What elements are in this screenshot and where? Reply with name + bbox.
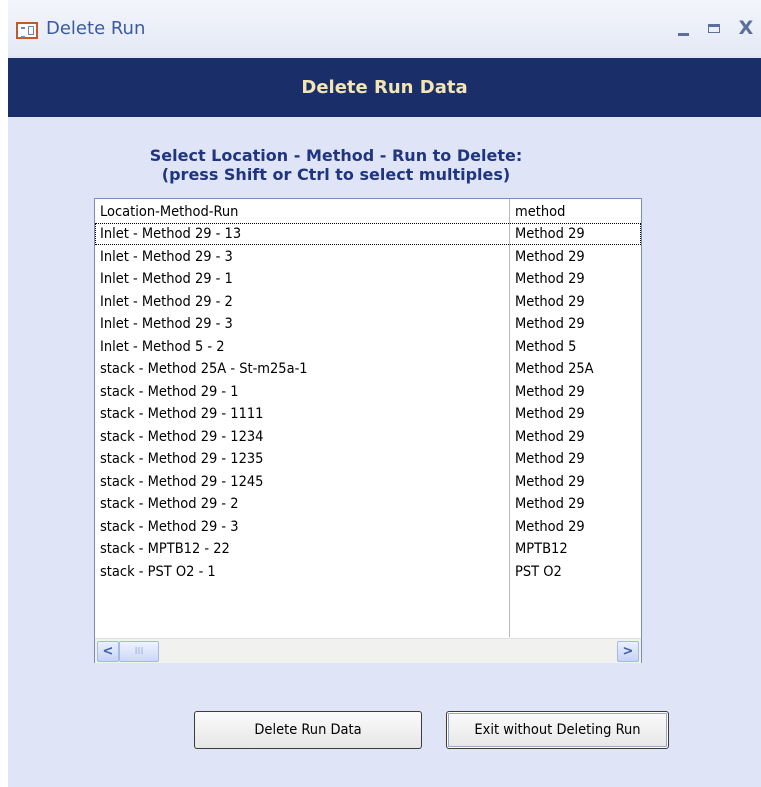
list-item-location-method-run: stack - MPTB12 - 22 xyxy=(100,541,230,557)
list-item-method: Method 29 xyxy=(515,428,585,445)
list-item-method: Method 29 xyxy=(515,293,585,310)
list-item-method: Method 29 xyxy=(515,518,585,535)
list-item-location-method-run: stack - Method 29 - 1245 xyxy=(100,473,264,490)
window-title: Delete Run xyxy=(46,18,146,39)
list-item[interactable]: stack - Method 29 - 3 Method 29 xyxy=(95,516,641,538)
list-item[interactable]: Inlet - Method 29 - 3 Method 29 xyxy=(95,313,641,335)
list-item-location-method-run: Inlet - Method 29 - 13 xyxy=(100,226,242,242)
list-item-method: Method 29 xyxy=(515,316,585,332)
list-item-method: Method 29 xyxy=(515,226,585,242)
list-item-location-method-run: stack - Method 29 - 3 xyxy=(100,518,239,535)
list-item-method: Method 29 xyxy=(515,271,585,287)
list-item[interactable]: Inlet - Method 5 - 2 Method 5 xyxy=(95,336,641,358)
form-icon xyxy=(16,22,38,39)
title-bar[interactable]: Delete Run X xyxy=(8,0,761,56)
list-item[interactable]: stack - Method 29 - 1111 Method 29 xyxy=(95,403,641,425)
list-item-location-method-run: stack - Method 29 - 2 xyxy=(100,496,239,512)
list-item-method: Method 29 xyxy=(515,248,585,265)
list-item[interactable]: stack - Method 29 - 1245 Method 29 xyxy=(95,471,641,493)
list-item[interactable]: stack - MPTB12 - 22 MPTB12 xyxy=(95,538,641,560)
list-item[interactable]: Inlet - Method 29 - 13 Method 29 xyxy=(95,223,641,245)
list-item[interactable]: stack - Method 29 - 1234 Method 29 xyxy=(95,426,641,448)
column-header-location: Location-Method-Run xyxy=(100,204,239,220)
list-item-location-method-run: stack - Method 29 - 1234 xyxy=(100,428,264,445)
list-item[interactable]: Inlet - Method 29 - 2 Method 29 xyxy=(95,291,641,313)
list-item[interactable]: stack - Method 29 - 1 Method 29 xyxy=(95,381,641,403)
list-item-location-method-run: stack - Method 29 - 1 xyxy=(100,383,239,400)
list-item-location-method-run: Inlet - Method 29 - 3 xyxy=(100,248,233,265)
form-header: Delete Run Data xyxy=(8,58,761,117)
horizontal-scrollbar[interactable]: < III > xyxy=(95,638,641,663)
list-item-method: PST O2 xyxy=(515,563,562,580)
list-item-location-method-run: Inlet - Method 29 - 1 xyxy=(100,271,233,287)
instruction-line-2: (press Shift or Ctrl to select multiples… xyxy=(161,165,511,184)
list-item-location-method-run: stack - Method 29 - 1235 xyxy=(100,451,264,467)
list-item[interactable]: stack - Method 29 - 2 Method 29 xyxy=(95,493,641,515)
maximize-button[interactable] xyxy=(703,16,727,40)
list-item-location-method-run: Inlet - Method 29 - 3 xyxy=(100,316,233,332)
list-item[interactable]: stack - PST O2 - 1 PST O2 xyxy=(95,561,641,583)
list-item-method: MPTB12 xyxy=(515,541,568,557)
list-item-location-method-run: Inlet - Method 29 - 2 xyxy=(100,293,233,310)
run-listbox[interactable]: Location-Method-Run method Inlet - Metho… xyxy=(94,198,642,663)
instructions: Select Location - Method - Run to Delete… xyxy=(108,146,564,184)
list-item-method: Method 29 xyxy=(515,451,585,467)
list-item-method: Method 5 xyxy=(515,338,577,355)
list-item[interactable]: Inlet - Method 29 - 3 Method 29 xyxy=(95,246,641,268)
scroll-left-button[interactable]: < xyxy=(97,641,119,662)
list-item-method: Method 29 xyxy=(515,473,585,490)
list-item-method: Method 25A xyxy=(515,361,594,377)
scroll-right-button[interactable]: > xyxy=(617,641,639,662)
list-item-location-method-run: stack - Method 29 - 1111 xyxy=(100,406,264,422)
exit-without-deleting-button[interactable]: Exit without Deleting Run xyxy=(446,711,669,749)
instruction-line-1: Select Location - Method - Run to Delete… xyxy=(149,146,523,165)
column-header-method: method xyxy=(515,204,566,220)
list-item-method: Method 29 xyxy=(515,406,585,422)
scroll-thumb[interactable]: III xyxy=(119,641,159,662)
minimize-button[interactable] xyxy=(672,16,696,40)
list-item-location-method-run: Inlet - Method 5 - 2 xyxy=(100,338,225,355)
list-item-location-method-run: stack - PST O2 - 1 xyxy=(100,563,216,580)
close-button[interactable]: X xyxy=(734,16,758,40)
list-item[interactable]: Inlet - Method 29 - 1 Method 29 xyxy=(95,268,641,290)
list-item-method: Method 29 xyxy=(515,496,585,512)
delete-run-data-button[interactable]: Delete Run Data xyxy=(194,711,422,749)
list-item[interactable]: stack - Method 25A - St-m25a-1 Method 25A xyxy=(95,358,641,380)
list-item-method: Method 29 xyxy=(515,383,585,400)
delete-run-window: Delete Run X Delete Run Data Select Loca… xyxy=(0,0,761,787)
list-item-location-method-run: stack - Method 25A - St-m25a-1 xyxy=(100,361,308,377)
list-item[interactable]: stack - Method 29 - 1235 Method 29 xyxy=(95,448,641,470)
list-header-row: Location-Method-Run method xyxy=(95,201,641,223)
